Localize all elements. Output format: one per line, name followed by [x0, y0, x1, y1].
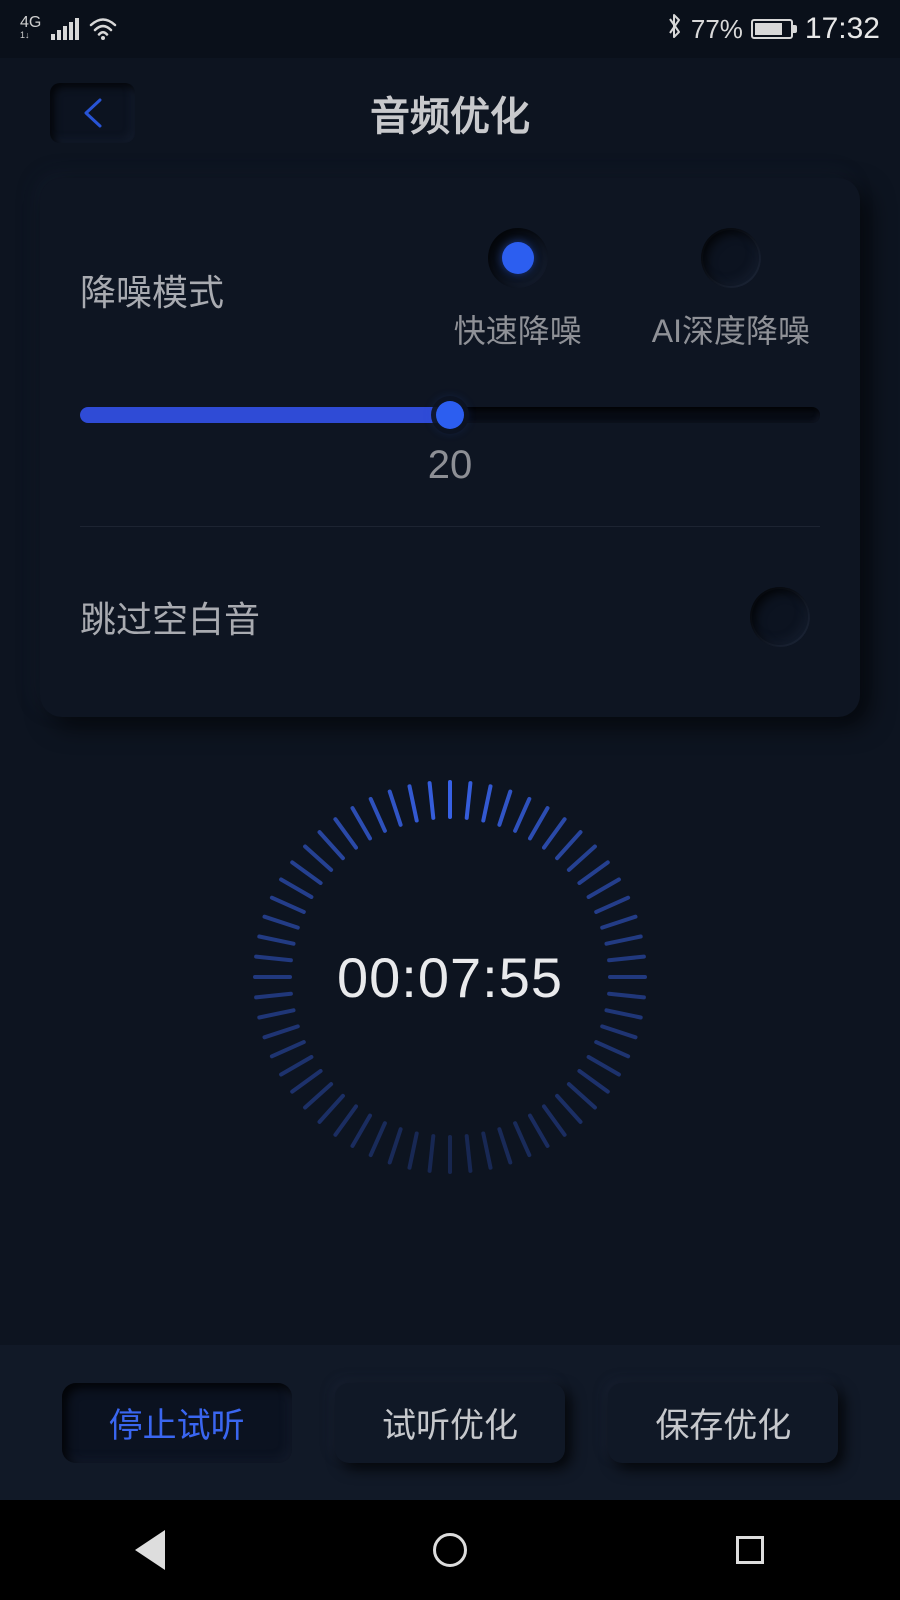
timer-dial: 00:07:55: [240, 767, 660, 1187]
radio-fast-label: 快速降噪: [454, 306, 582, 352]
noise-mode-label: 降噪模式: [80, 264, 224, 316]
chevron-left-icon: [78, 96, 108, 130]
radio-ai-label: AI深度降噪: [652, 306, 810, 352]
noise-slider[interactable]: 20: [80, 407, 820, 488]
slider-thumb[interactable]: [436, 401, 464, 429]
skip-silence-label: 跳过空白音: [80, 591, 260, 643]
status-bar: 4G 1↓ 77% 17:32: [0, 0, 900, 58]
bluetooth-icon: [667, 13, 683, 46]
nav-back-button[interactable]: [128, 1528, 172, 1572]
header: 音频优化: [0, 58, 900, 168]
preview-optimize-button[interactable]: 试听优化: [335, 1383, 565, 1463]
battery-icon: [751, 19, 793, 39]
divider: [80, 526, 820, 527]
android-navbar: [0, 1500, 900, 1600]
noise-mode-row: 降噪模式 快速降噪 AI深度降噪: [80, 228, 820, 352]
wifi-icon: [89, 18, 117, 40]
page-title: 音频优化: [370, 84, 530, 142]
network-indicator: 4G 1↓: [20, 16, 41, 42]
back-button[interactable]: [50, 83, 135, 143]
radio-fast-denoise[interactable]: 快速降噪: [454, 228, 582, 352]
slider-value: 20: [80, 443, 820, 488]
settings-card: 降噪模式 快速降噪 AI深度降噪 20 跳过空白音: [40, 178, 860, 717]
radio-ai-denoise[interactable]: AI深度降噪: [652, 228, 810, 352]
save-optimize-button[interactable]: 保存优化: [608, 1383, 838, 1463]
noise-mode-radio-group: 快速降噪 AI深度降噪: [454, 228, 810, 352]
nav-home-button[interactable]: [428, 1528, 472, 1572]
skip-silence-toggle[interactable]: [750, 587, 810, 647]
stop-preview-button[interactable]: 停止试听: [62, 1383, 292, 1463]
clock: 17:32: [805, 12, 880, 46]
signal-icon: [51, 18, 79, 40]
skip-silence-row: 跳过空白音: [80, 587, 820, 647]
battery-percent: 77%: [691, 14, 743, 45]
timer-text: 00:07:55: [337, 945, 563, 1010]
nav-recent-button[interactable]: [728, 1528, 772, 1572]
button-bar: 停止试听 试听优化 保存优化: [0, 1345, 900, 1500]
